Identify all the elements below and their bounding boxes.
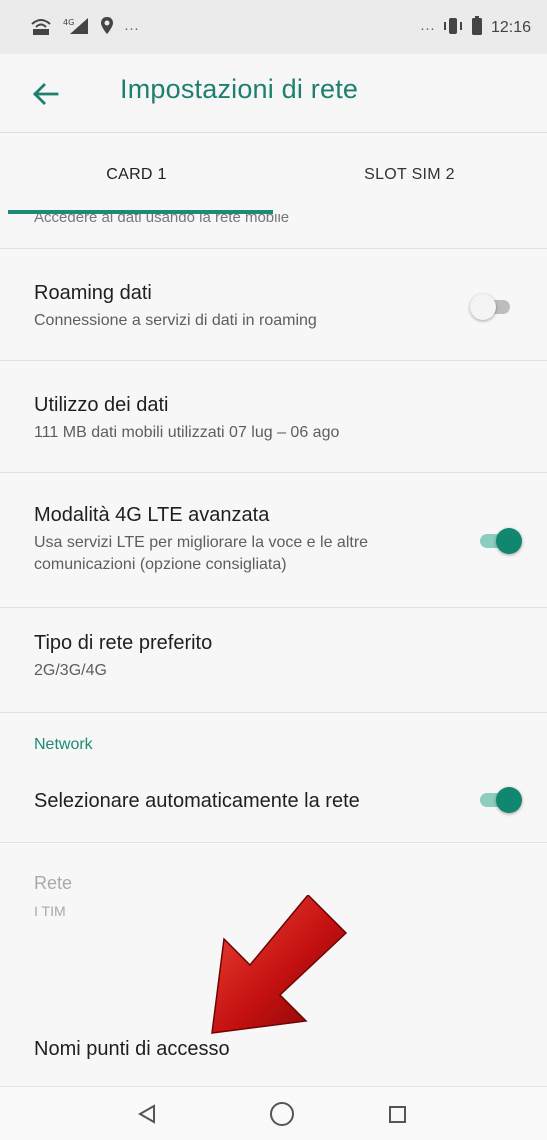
battery-icon (471, 16, 483, 40)
setting-subtitle: 2G/3G/4G (34, 662, 107, 679)
recents-square-icon (380, 1106, 414, 1135)
setting-subtitle: 111 MB dati mobili utilizzati 07 lug – 0… (34, 424, 340, 441)
tab-slot-sim-2[interactable]: SLOT SIM 2 (273, 133, 546, 217)
nav-recents-button[interactable] (380, 1097, 414, 1131)
page-title: Impostazioni di rete (120, 74, 359, 104)
red-arrow-annotation (210, 893, 360, 1035)
back-button[interactable] (30, 74, 70, 114)
status-right-icons: ··· 12:16 (420, 16, 531, 40)
setting-roaming-dati[interactable]: Roaming dati Connessione a servizi di da… (34, 280, 474, 332)
status-bar: 4G ··· ··· 12:16 (0, 0, 547, 54)
navigation-bar (0, 1086, 547, 1140)
setting-title: Modalità 4G LTE avanzata (34, 504, 270, 526)
setting-utilizzo-dati[interactable]: Utilizzo dei dati 111 MB dati mobili uti… (34, 392, 474, 444)
section-header-network: Network (34, 736, 93, 753)
app-bar: Impostazioni di rete (0, 54, 547, 133)
tab-card-1[interactable]: CARD 1 (0, 133, 273, 217)
setting-subtitle: Usa servizi LTE per migliorare la voce e… (34, 534, 369, 573)
svg-text:4G: 4G (63, 18, 74, 27)
setting-subtitle: Connessione a servizi di dati in roaming (34, 312, 317, 329)
switch-thumb (470, 294, 496, 320)
setting-tipo-rete[interactable]: Tipo di rete preferito 2G/3G/4G (34, 630, 474, 682)
setting-title: Roaming dati (34, 282, 152, 304)
arrow-back-icon (30, 83, 60, 118)
more-icon: ··· (419, 19, 435, 37)
nav-back-button[interactable] (130, 1097, 164, 1131)
divider (0, 248, 547, 249)
scrolled-off-subtitle: Accedere ai dati usando la rete mobile (34, 214, 290, 226)
status-time: 12:16 (490, 19, 531, 36)
sim-tabs: CARD 1 SLOT SIM 2 (0, 133, 547, 217)
divider (0, 842, 547, 843)
auto-select-switch[interactable] (476, 785, 522, 815)
back-triangle-icon (130, 1104, 164, 1135)
setting-4g-lte[interactable]: Modalità 4G LTE avanzata Usa servizi LTE… (34, 502, 454, 576)
setting-title: Rete (34, 873, 73, 893)
roaming-switch[interactable] (470, 292, 516, 322)
setting-title: Tipo di rete preferito (34, 632, 213, 654)
divider (0, 712, 547, 713)
lte-switch[interactable] (476, 526, 522, 556)
setting-auto-select-network[interactable]: Selezionare automaticamente la rete (34, 788, 474, 814)
divider (0, 607, 547, 608)
divider (0, 472, 547, 473)
signal-4g-icon: 4G (62, 16, 90, 40)
more-notifications-icon: ··· (124, 19, 139, 37)
location-icon (100, 16, 114, 40)
setting-title: Utilizzo dei dati (34, 394, 169, 416)
home-circle-icon (265, 1102, 299, 1135)
nav-home-button[interactable] (265, 1097, 299, 1131)
vibrate-icon (443, 16, 463, 40)
setting-title: Selezionare automaticamente la rete (34, 790, 360, 812)
switch-thumb (496, 787, 522, 813)
divider (0, 360, 547, 361)
switch-thumb (496, 528, 522, 554)
wifi-calling-icon (30, 16, 52, 40)
setting-title: Nomi punti di accesso (34, 1038, 230, 1060)
setting-apn[interactable]: Nomi punti di accesso (34, 1036, 474, 1062)
status-left-icons: 4G ··· (30, 16, 139, 40)
